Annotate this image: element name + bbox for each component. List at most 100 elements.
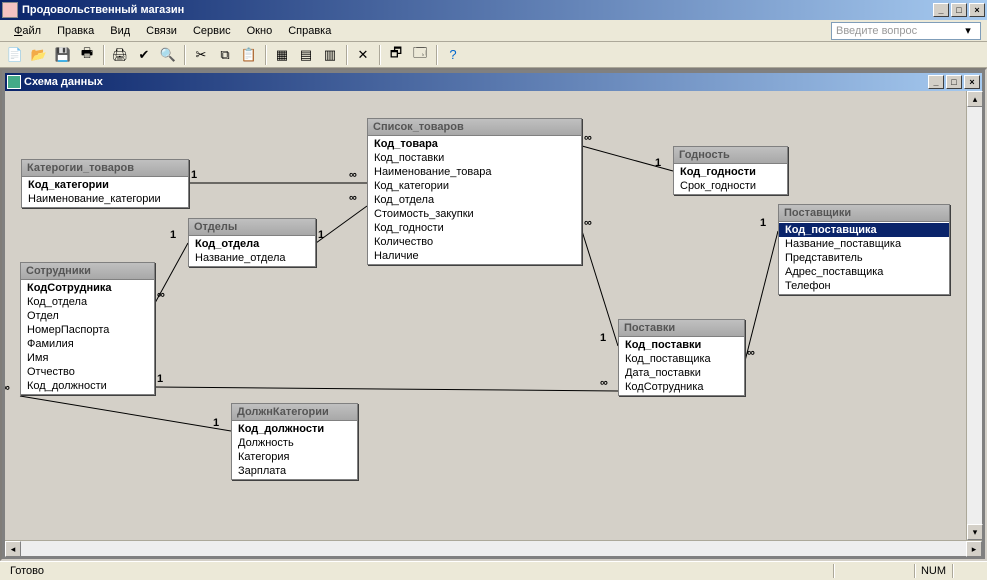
menu-service[interactable]: Сервис — [185, 22, 239, 40]
field-Категория[interactable]: Категория — [232, 450, 357, 464]
table-supplies[interactable]: ПоставкиКод_поставкиКод_поставщикаДата_п… — [618, 319, 745, 396]
table-products[interactable]: Список_товаровКод_товараКод_поставкиНаим… — [367, 118, 582, 265]
show-all-icon[interactable]: ▥ — [319, 44, 341, 66]
schema-canvas[interactable]: Катерогии_товаровКод_категорииНаименован… — [5, 91, 982, 540]
field-Количество[interactable]: Количество — [368, 235, 581, 249]
table-jobcat[interactable]: ДолжнКатегорииКод_должностиДолжностьКате… — [231, 403, 358, 480]
field-Наличие[interactable]: Наличие — [368, 249, 581, 263]
maximize-button[interactable]: □ — [951, 3, 967, 17]
table-header[interactable]: Список_товаров — [368, 119, 581, 136]
scroll-track-v[interactable] — [967, 107, 982, 524]
table-header[interactable]: Поставки — [619, 320, 744, 337]
table-departments[interactable]: ОтделыКод_отделаНазвание_отдела — [188, 218, 316, 267]
menu-window[interactable]: Окно — [239, 22, 281, 40]
child-minimize-button[interactable]: _ — [928, 75, 944, 89]
help-question-combo[interactable]: Введите вопрос ▾ — [831, 22, 981, 40]
field-Адрес_поставщика[interactable]: Адрес_поставщика — [779, 265, 949, 279]
cardinality-label: ∞ — [584, 217, 592, 229]
child-maximize-button[interactable]: □ — [946, 75, 962, 89]
table-categories[interactable]: Катерогии_товаровКод_категорииНаименован… — [21, 159, 189, 208]
field-Код_товара[interactable]: Код_товара — [368, 137, 581, 151]
field-Код_поставки[interactable]: Код_поставки — [368, 151, 581, 165]
field-Код_поставки[interactable]: Код_поставки — [619, 338, 744, 352]
cardinality-label: 1 — [655, 157, 661, 169]
field-Код_поставщика[interactable]: Код_поставщика — [779, 223, 949, 237]
field-Отдел[interactable]: Отдел — [21, 309, 154, 323]
spelling-icon[interactable]: ✔ — [133, 44, 155, 66]
field-Код_категории[interactable]: Код_категории — [22, 178, 188, 192]
menu-file[interactable]: Файл — [6, 22, 49, 40]
menu-edit[interactable]: Правка — [49, 22, 102, 40]
field-Наименование_товара[interactable]: Наименование_товара — [368, 165, 581, 179]
table-header[interactable]: Сотрудники — [21, 263, 154, 280]
show-table-icon[interactable]: ▦ — [271, 44, 293, 66]
scroll-track[interactable] — [21, 541, 966, 556]
field-Название_поставщика[interactable]: Название_поставщика — [779, 237, 949, 251]
child-close-button[interactable]: × — [964, 75, 980, 89]
show-direct-icon[interactable]: ▤ — [295, 44, 317, 66]
field-Имя[interactable]: Имя — [21, 351, 154, 365]
print-preview-icon[interactable]: 🖨 — [109, 44, 131, 66]
field-Наименование_категории[interactable]: Наименование_категории — [22, 192, 188, 206]
print-icon[interactable]: 🖶 — [76, 44, 98, 66]
cardinality-label: 1 — [170, 229, 176, 241]
cut-icon[interactable]: ✂ — [190, 44, 212, 66]
minimize-button[interactable]: _ — [933, 3, 949, 17]
new-icon[interactable]: 📄 — [4, 44, 26, 66]
menu-help[interactable]: Справка — [280, 22, 339, 40]
field-Код_отдела[interactable]: Код_отдела — [368, 193, 581, 207]
field-НомерПаспорта[interactable]: НомерПаспорта — [21, 323, 154, 337]
field-Фамилия[interactable]: Фамилия — [21, 337, 154, 351]
field-Стоимость_закупки[interactable]: Стоимость_закупки — [368, 207, 581, 221]
field-КодСотрудника[interactable]: КодСотрудника — [21, 281, 154, 295]
field-Код_отдела[interactable]: Код_отдела — [21, 295, 154, 309]
field-Представитель[interactable]: Представитель — [779, 251, 949, 265]
table-header[interactable]: Катерогии_товаров — [22, 160, 188, 177]
field-Код_отдела[interactable]: Код_отдела — [189, 237, 315, 251]
window-list-icon[interactable]: 🗗 — [385, 44, 407, 66]
new-object-icon[interactable]: 🗔 — [409, 44, 431, 66]
search-icon[interactable]: 🔍 — [157, 44, 179, 66]
field-Код_категории[interactable]: Код_категории — [368, 179, 581, 193]
table-header[interactable]: ДолжнКатегории — [232, 404, 357, 421]
table-employees[interactable]: СотрудникиКодСотрудникаКод_отделаОтделНо… — [20, 262, 155, 395]
field-КодСотрудника[interactable]: КодСотрудника — [619, 380, 744, 394]
field-Дата_поставки[interactable]: Дата_поставки — [619, 366, 744, 380]
field-Код_годности[interactable]: Код_годности — [674, 165, 787, 179]
copy-icon[interactable]: ⧉ — [214, 44, 236, 66]
cardinality-label: ∞ — [747, 347, 755, 359]
open-icon[interactable]: 📂 — [28, 44, 50, 66]
field-Код_должности[interactable]: Код_должности — [21, 379, 154, 393]
close-button[interactable]: × — [969, 3, 985, 17]
scroll-up-button[interactable]: ▴ — [967, 91, 983, 107]
field-Код_поставщика[interactable]: Код_поставщика — [619, 352, 744, 366]
cardinality-label: ∞ — [157, 289, 165, 301]
table-header[interactable]: Поставщики — [779, 205, 949, 222]
menu-view[interactable]: Вид — [102, 22, 138, 40]
status-num: NUM — [915, 565, 952, 577]
table-suppliers[interactable]: ПоставщикиКод_поставщикаНазвание_поставщ… — [778, 204, 950, 295]
field-Зарплата[interactable]: Зарплата — [232, 464, 357, 478]
help-icon[interactable]: ? — [442, 44, 464, 66]
cardinality-label: 1 — [191, 169, 197, 181]
scroll-left-button[interactable]: ◂ — [5, 541, 21, 557]
vertical-scrollbar[interactable]: ▴ ▾ — [966, 91, 982, 540]
field-Код_годности[interactable]: Код_годности — [368, 221, 581, 235]
delete-icon[interactable]: ✕ — [352, 44, 374, 66]
save-icon[interactable]: 💾 — [52, 44, 74, 66]
field-Код_должности[interactable]: Код_должности — [232, 422, 357, 436]
field-Должность[interactable]: Должность — [232, 436, 357, 450]
paste-icon[interactable]: 📋 — [238, 44, 260, 66]
field-Название_отдела[interactable]: Название_отдела — [189, 251, 315, 265]
scroll-down-button[interactable]: ▾ — [967, 524, 983, 540]
field-Срок_годности[interactable]: Срок_годности — [674, 179, 787, 193]
scroll-right-button[interactable]: ▸ — [966, 541, 982, 557]
menu-relations[interactable]: Связи — [138, 22, 185, 40]
table-validity[interactable]: ГодностьКод_годностиСрок_годности — [673, 146, 788, 195]
field-Телефон[interactable]: Телефон — [779, 279, 949, 293]
table-header[interactable]: Отделы — [189, 219, 315, 236]
cardinality-label: 1 — [318, 229, 324, 241]
field-Отчество[interactable]: Отчество — [21, 365, 154, 379]
table-header[interactable]: Годность — [674, 147, 787, 164]
horizontal-scrollbar[interactable]: ◂ ▸ — [5, 540, 982, 556]
